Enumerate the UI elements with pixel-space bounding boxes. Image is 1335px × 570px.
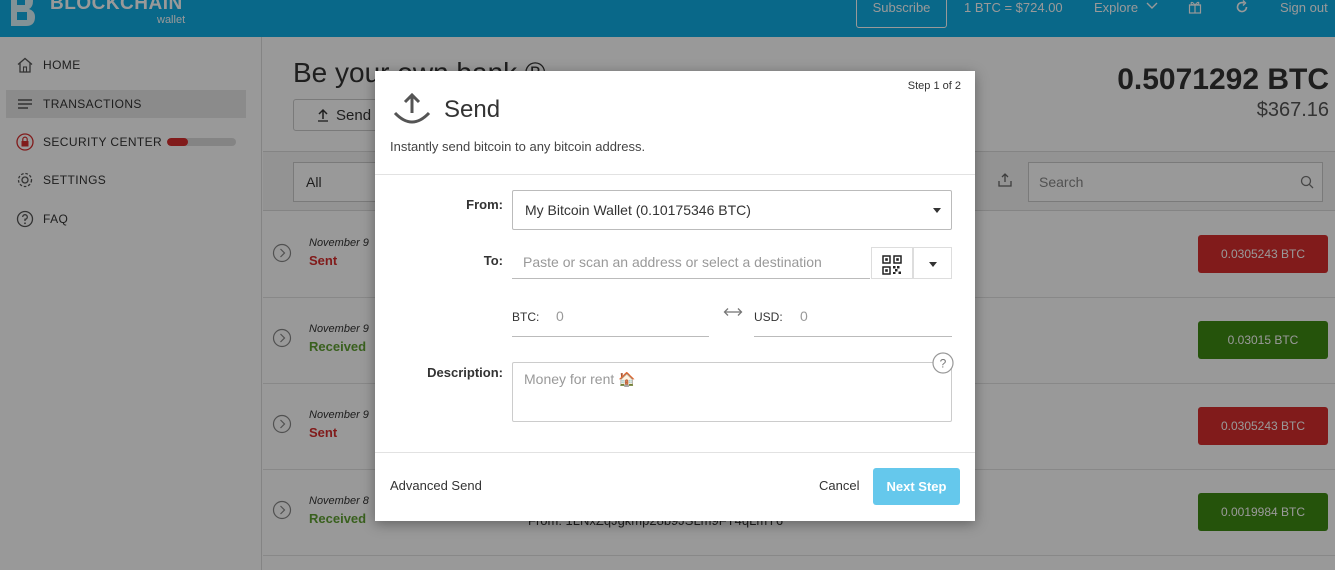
scan-qr-button[interactable] bbox=[871, 247, 913, 279]
advanced-send-link[interactable]: Advanced Send bbox=[390, 478, 482, 493]
btc-value: 0 bbox=[556, 308, 564, 324]
divider bbox=[375, 174, 975, 175]
description-label: Description: bbox=[427, 365, 503, 380]
description-placeholder: Money for rent 🏠 bbox=[524, 371, 636, 387]
send-modal: Step 1 of 2 Send Instantly send bitcoin … bbox=[375, 71, 975, 521]
send-upload-icon bbox=[393, 92, 431, 124]
caret-down-icon bbox=[933, 208, 941, 213]
usd-label: USD: bbox=[754, 310, 783, 324]
usd-value: 0 bbox=[800, 308, 808, 324]
caret-down-icon bbox=[929, 262, 937, 267]
btc-amount-input[interactable]: BTC: 0 bbox=[512, 303, 709, 337]
next-step-button[interactable]: Next Step bbox=[873, 468, 960, 505]
swap-arrows-icon bbox=[723, 308, 743, 316]
divider bbox=[375, 452, 975, 453]
qr-code-icon bbox=[882, 255, 902, 275]
help-icon-glyph: ? bbox=[940, 357, 947, 371]
modal-subtitle: Instantly send bitcoin to any bitcoin ad… bbox=[390, 139, 646, 154]
to-label: To: bbox=[483, 253, 503, 268]
from-wallet-value: My Bitcoin Wallet (0.10175346 BTC) bbox=[525, 202, 751, 218]
step-indicator: Step 1 of 2 bbox=[907, 80, 961, 92]
cancel-button[interactable]: Cancel bbox=[819, 478, 859, 493]
usd-amount-input[interactable]: USD: 0 bbox=[754, 303, 952, 337]
btc-label: BTC: bbox=[512, 310, 540, 324]
description-textarea[interactable]: Money for rent 🏠 bbox=[512, 362, 952, 422]
help-icon[interactable]: ? bbox=[932, 352, 954, 374]
from-wallet-select[interactable]: My Bitcoin Wallet (0.10175346 BTC) bbox=[512, 190, 952, 230]
to-address-placeholder: Paste or scan an address or select a des… bbox=[523, 254, 822, 270]
to-address-input[interactable]: Paste or scan an address or select a des… bbox=[512, 247, 870, 279]
from-label: From: bbox=[466, 197, 503, 212]
modal-title: Send bbox=[444, 96, 501, 123]
destination-dropdown[interactable] bbox=[913, 247, 952, 279]
